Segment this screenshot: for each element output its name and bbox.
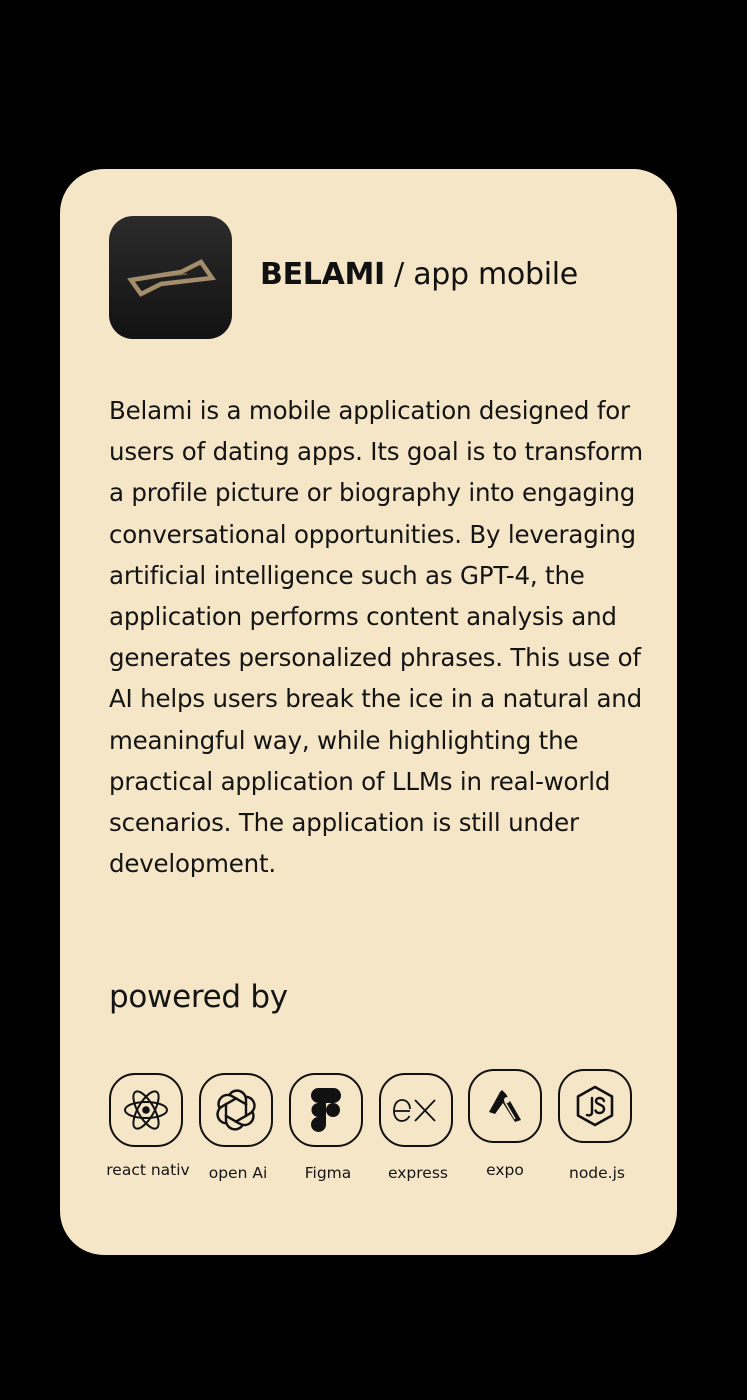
project-subtitle: app mobile [413, 257, 578, 292]
project-title: BELAMI / app mobile [260, 257, 578, 292]
title-separator: / [384, 257, 414, 292]
express-icon[interactable] [379, 1073, 453, 1147]
belami-logo-icon [109, 216, 232, 339]
openai-icon[interactable] [199, 1073, 273, 1147]
tech-label-react: react nativ [106, 1161, 190, 1179]
tech-label-expo: expo [486, 1161, 524, 1179]
project-card: BELAMI / app mobile Belami is a mobile a… [60, 169, 677, 1255]
project-description: Belami is a mobile application designed … [109, 396, 643, 879]
tech-label-express: express [388, 1164, 448, 1182]
tech-label-figma: Figma [304, 1164, 352, 1182]
react-icon[interactable] [109, 1073, 183, 1147]
expo-icon[interactable] [468, 1069, 542, 1143]
tech-label-nodejs: node.js [569, 1164, 625, 1182]
project-name: BELAMI [260, 257, 385, 292]
nodejs-icon[interactable] [558, 1069, 632, 1143]
figma-icon[interactable] [289, 1073, 363, 1147]
powered-by-label: powered by [109, 979, 288, 1015]
tech-label-openai: open Ai [208, 1164, 268, 1182]
